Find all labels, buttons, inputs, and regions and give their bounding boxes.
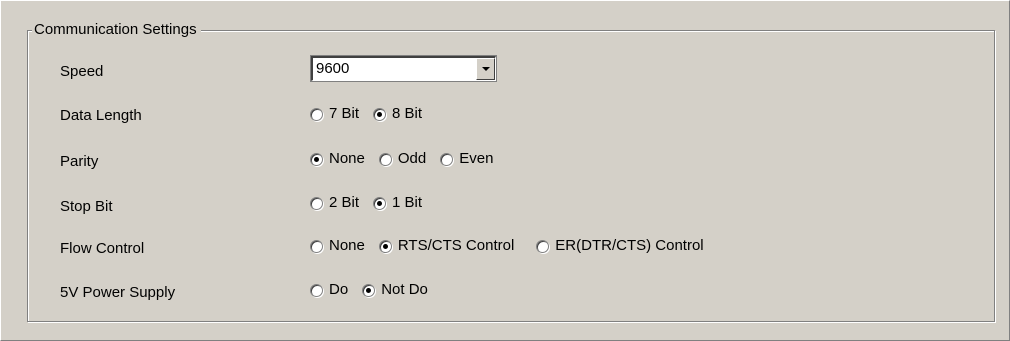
chevron-down-icon xyxy=(481,67,490,71)
power-supply-label: 5V Power Supply xyxy=(60,284,176,301)
data-length-7bit-radio[interactable]: 7 Bit xyxy=(310,104,359,124)
speed-dropdown-button[interactable] xyxy=(476,58,495,80)
radio-icon[interactable] xyxy=(310,239,323,253)
flow-control-none-radio[interactable]: None xyxy=(310,236,365,256)
radio-label: 2 Bit xyxy=(329,194,360,211)
data-length-label: Data Length xyxy=(60,107,142,124)
power-supply-options: Do Not Do xyxy=(310,280,442,300)
radio-icon[interactable] xyxy=(310,196,323,210)
groupbox-title: Communication Settings xyxy=(32,20,201,40)
communication-settings-groupbox xyxy=(27,30,995,322)
radio-icon[interactable] xyxy=(310,283,323,297)
radio-label: ER(DTR/CTS) Control xyxy=(555,237,704,254)
radio-icon[interactable] xyxy=(310,152,323,166)
data-length-8bit-radio[interactable]: 8 Bit xyxy=(373,104,422,124)
flow-control-label: Flow Control xyxy=(60,240,145,257)
radio-label: 1 Bit xyxy=(392,194,423,211)
stop-bit-label: Stop Bit xyxy=(60,198,113,215)
stop-bit-2bit-radio[interactable]: 2 Bit xyxy=(310,193,359,213)
flow-control-options: None RTS/CTS Control ER(DTR/CTS) Control xyxy=(310,236,718,256)
parity-even-radio[interactable]: Even xyxy=(440,149,493,169)
radio-icon[interactable] xyxy=(378,239,392,253)
data-length-options: 7 Bit 8 Bit xyxy=(310,104,436,124)
parity-options: None Odd Even xyxy=(310,149,507,169)
parity-none-radio[interactable]: None xyxy=(310,149,365,169)
radio-label: RTS/CTS Control xyxy=(397,237,515,254)
radio-label: 7 Bit xyxy=(329,105,360,122)
speed-dropdown[interactable]: 9600 xyxy=(310,55,497,82)
radio-icon[interactable] xyxy=(362,283,376,297)
stop-bit-options: 2 Bit 1 Bit xyxy=(310,193,436,213)
radio-icon[interactable] xyxy=(440,152,454,166)
radio-icon[interactable] xyxy=(373,196,387,210)
flow-control-rts-cts-radio[interactable]: RTS/CTS Control xyxy=(378,236,515,256)
radio-label: Even xyxy=(459,150,494,167)
power-supply-do-radio[interactable]: Do xyxy=(310,280,348,300)
radio-icon[interactable] xyxy=(378,152,392,166)
speed-label: Speed xyxy=(60,63,104,80)
radio-label: None xyxy=(329,237,365,254)
radio-icon[interactable] xyxy=(373,107,387,121)
radio-label: 8 Bit xyxy=(392,105,423,122)
speed-dropdown-value: 9600 xyxy=(316,60,350,77)
parity-label: Parity xyxy=(60,153,99,170)
parity-odd-radio[interactable]: Odd xyxy=(378,149,427,169)
power-supply-not-do-radio[interactable]: Not Do xyxy=(362,280,428,300)
radio-label: None xyxy=(329,150,365,167)
radio-icon[interactable] xyxy=(536,239,550,253)
flow-control-er-dtr-cts-radio[interactable]: ER(DTR/CTS) Control xyxy=(536,236,704,256)
radio-label: Do xyxy=(329,281,349,298)
radio-label: Not Do xyxy=(381,281,428,298)
radio-icon[interactable] xyxy=(310,107,323,121)
radio-label: Odd xyxy=(397,150,427,167)
stop-bit-1bit-radio[interactable]: 1 Bit xyxy=(373,193,422,213)
